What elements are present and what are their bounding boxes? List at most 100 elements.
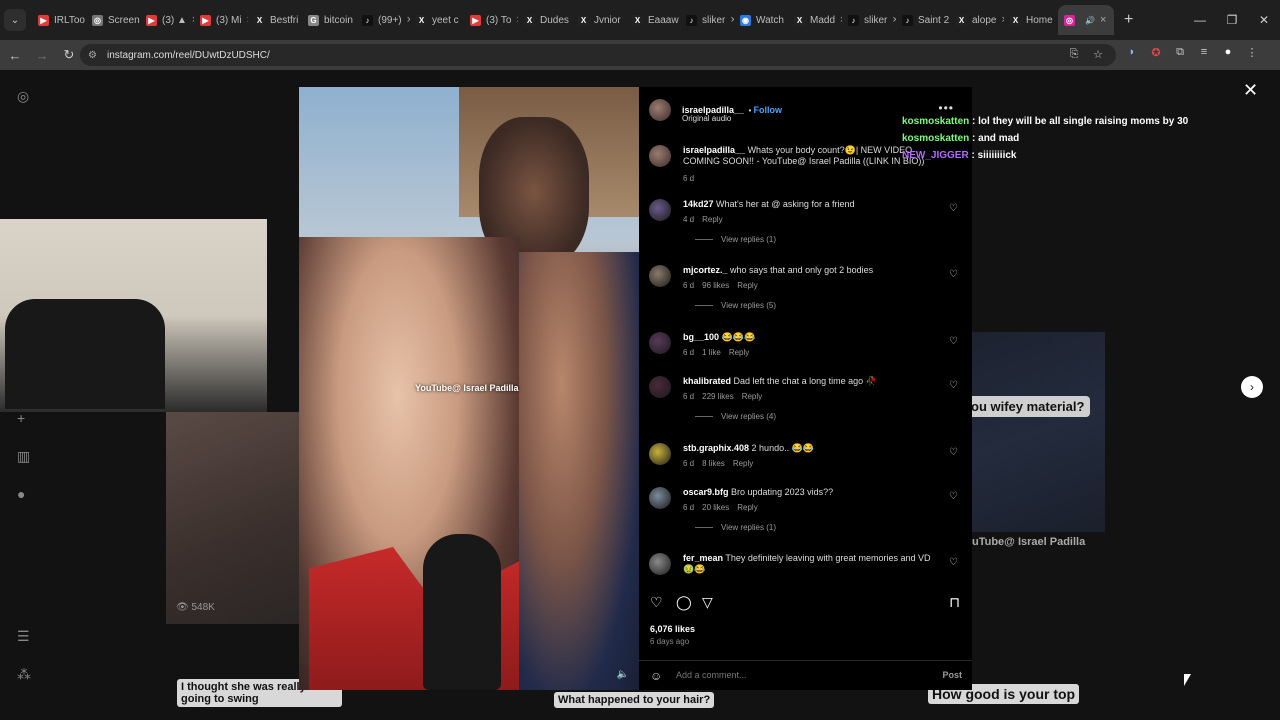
reel-thumbnail-right[interactable]: [972, 332, 1105, 532]
comment-icon[interactable]: ◯: [676, 594, 692, 611]
reload-icon[interactable]: ↻: [57, 47, 81, 63]
view-replies-button[interactable]: View replies (1): [695, 235, 776, 244]
comment-likes[interactable]: 229 likes: [702, 392, 734, 401]
like-count[interactable]: 6,076 likes: [650, 624, 695, 634]
comment-likes[interactable]: 8 likes: [702, 459, 725, 468]
reply-button[interactable]: Reply: [737, 281, 757, 290]
comment-like-icon[interactable]: ♡: [949, 203, 958, 214]
browser-tab[interactable]: XJvnior×: [572, 5, 626, 35]
media-control-icon[interactable]: ≡: [1196, 46, 1212, 59]
commenter-avatar[interactable]: [649, 332, 671, 354]
commenter-username[interactable]: stb.graphix.408: [683, 443, 749, 453]
commenter-username[interactable]: bg__100: [683, 332, 719, 342]
comment-input[interactable]: [676, 670, 916, 680]
post-button[interactable]: Post: [942, 670, 962, 680]
like-icon[interactable]: ♡: [650, 594, 663, 611]
instagram-logo-icon[interactable]: ◎: [17, 88, 29, 105]
create-icon[interactable]: +: [17, 410, 25, 426]
minimize-icon[interactable]: —: [1184, 13, 1216, 27]
restore-icon[interactable]: ❐: [1216, 13, 1248, 27]
browser-tab[interactable]: ♪ sliker ×: [680, 5, 734, 35]
profile-icon[interactable]: ●: [17, 486, 25, 502]
commenter-username[interactable]: 14kd27: [683, 199, 714, 209]
browser-tab[interactable]: Xalope×: [950, 5, 1004, 35]
view-replies-button[interactable]: View replies (1): [695, 523, 776, 532]
browser-menu-icon[interactable]: ⋮: [1244, 46, 1260, 59]
share-icon[interactable]: ▽: [702, 594, 713, 611]
reel-thumbnail-left[interactable]: [166, 412, 299, 624]
comment-likes[interactable]: 20 likes: [702, 503, 729, 512]
browser-tab[interactable]: Gbitcoin×: [302, 5, 356, 35]
browser-tab[interactable]: ♪ sliker ×: [842, 5, 896, 35]
commenter-avatar[interactable]: [649, 443, 671, 465]
browser-tab[interactable]: XDudes×: [518, 5, 572, 35]
commenter-avatar[interactable]: [649, 553, 671, 575]
browser-tab[interactable]: ▶IRLToo×: [32, 5, 86, 35]
browser-tab[interactable]: ♪Saint 2×: [896, 5, 950, 35]
next-arrow-icon[interactable]: ›: [1241, 376, 1263, 398]
commenter-username[interactable]: mjcortez._: [683, 265, 728, 275]
close-icon[interactable]: ✕: [1243, 80, 1258, 101]
browser-tab[interactable]: Xyeet c×: [410, 5, 464, 35]
commenter-avatar[interactable]: [649, 376, 671, 398]
more-apps-icon[interactable]: ⁂: [17, 666, 31, 683]
commenter-avatar[interactable]: [649, 265, 671, 287]
view-replies-button[interactable]: View replies (5): [695, 301, 776, 310]
caption-username[interactable]: israelpadilla__: [683, 145, 745, 155]
back-icon[interactable]: ←: [3, 48, 27, 63]
author-avatar[interactable]: [649, 99, 671, 121]
browser-tab[interactable]: XBestfri×: [248, 5, 302, 35]
comment-likes[interactable]: 96 likes: [702, 281, 729, 290]
reply-button[interactable]: Reply: [702, 215, 722, 224]
mute-icon[interactable]: 🔈: [617, 669, 629, 680]
reply-button[interactable]: Reply: [733, 459, 753, 468]
browser-tab[interactable]: XHome×: [1004, 5, 1058, 35]
browser-tab[interactable]: ▶(3) Mi×: [194, 5, 248, 35]
caption-avatar[interactable]: [649, 145, 671, 167]
commenter-username[interactable]: fer_mean: [683, 553, 723, 563]
browser-tab[interactable]: XMadd×: [788, 5, 842, 35]
new-tab-icon[interactable]: +: [1124, 11, 1133, 29]
extensions-puzzle-icon[interactable]: ⧉: [1172, 46, 1188, 59]
commenter-avatar[interactable]: [649, 487, 671, 509]
browser-tab[interactable]: ♪ (99+) ×: [356, 5, 410, 35]
browser-tab[interactable]: ◎Screen×: [86, 5, 140, 35]
reply-button[interactable]: Reply: [742, 392, 762, 401]
browser-tab[interactable]: ▶(3) ▲×: [140, 5, 194, 35]
follow-button[interactable]: Follow: [754, 105, 783, 115]
comment-like-icon[interactable]: ♡: [949, 269, 958, 280]
tab-close-icon[interactable]: ×: [1100, 14, 1106, 26]
view-replies-button[interactable]: View replies (4): [695, 412, 776, 421]
site-info-icon[interactable]: ⚙: [88, 50, 97, 61]
extension-2-icon[interactable]: ✪: [1148, 46, 1164, 59]
tab-audio-icon[interactable]: 🔊: [1085, 16, 1095, 25]
extension-1-icon[interactable]: ◗: [1124, 46, 1140, 59]
comment-like-icon[interactable]: ♡: [949, 447, 958, 458]
commenter-username[interactable]: oscar9.bfg: [683, 487, 729, 497]
comment-like-icon[interactable]: ♡: [949, 491, 958, 502]
dashboard-icon[interactable]: ▥: [17, 448, 30, 465]
commenter-username[interactable]: khalibrated: [683, 376, 731, 386]
commenter-avatar[interactable]: [649, 199, 671, 221]
emoji-icon[interactable]: ☺: [650, 669, 662, 683]
url-field[interactable]: ⚙ instagram.com/reel/DUwtDzUDSHC/ ⎘ ☆: [80, 44, 1116, 66]
reply-button[interactable]: Reply: [737, 503, 757, 512]
bookmark-star-icon[interactable]: ☆: [1090, 48, 1106, 61]
save-icon[interactable]: ⊓: [949, 594, 960, 611]
browser-tab[interactable]: ▶(3) To×: [464, 5, 518, 35]
forward-icon[interactable]: →: [30, 48, 54, 63]
audio-label[interactable]: Original audio: [682, 114, 731, 123]
comment-like-icon[interactable]: ♡: [949, 380, 958, 391]
install-app-icon[interactable]: ⎘: [1066, 48, 1082, 61]
profile-avatar[interactable]: ●: [1220, 46, 1236, 59]
reel-video[interactable]: YouTube@ Israel Padilla 🔈: [299, 87, 639, 690]
close-window-icon[interactable]: ✕: [1248, 13, 1280, 27]
menu-icon[interactable]: ☰: [17, 628, 30, 645]
comment-like-icon[interactable]: ♡: [949, 336, 958, 347]
comment-like-icon[interactable]: ♡: [949, 557, 958, 568]
browser-tab[interactable]: ◉Watch×: [734, 5, 788, 35]
tab-search-icon[interactable]: ⌄: [4, 9, 26, 31]
comment-likes[interactable]: 1 like: [702, 348, 721, 357]
reply-button[interactable]: Reply: [729, 348, 749, 357]
browser-tab[interactable]: XEaaaw×: [626, 5, 680, 35]
